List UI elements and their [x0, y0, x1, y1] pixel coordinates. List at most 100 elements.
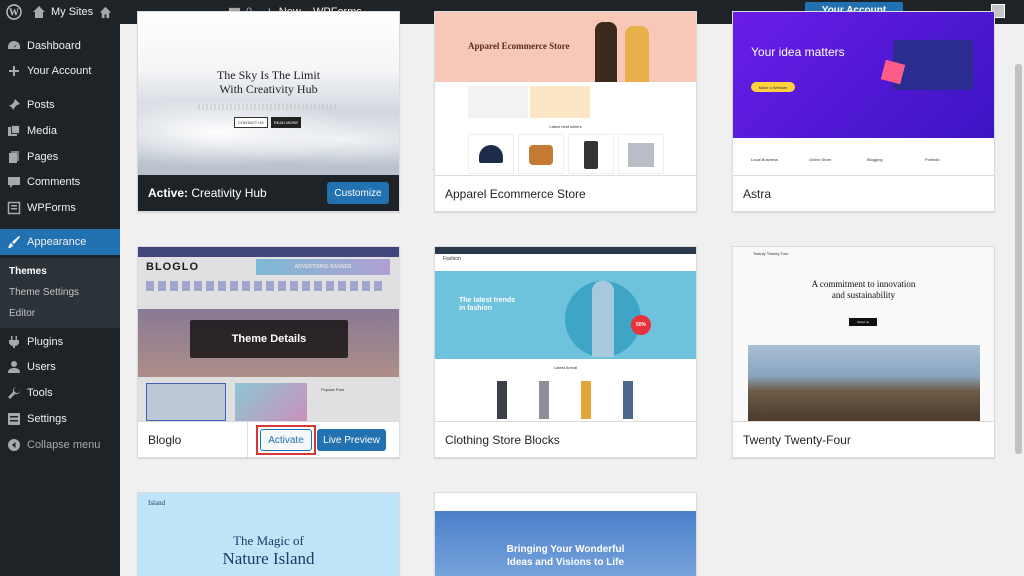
theme-footer: Bloglo Activate Live Preview	[138, 421, 399, 458]
menu-label: Settings	[27, 413, 67, 425]
theme-screenshot[interactable]: Twenty Twenty Four A commitment to innov…	[733, 247, 994, 422]
hero-title: Apparel Ecommerce Store	[468, 41, 570, 51]
activate-button[interactable]: Activate	[260, 429, 312, 451]
theme-footer: Apparel Ecommerce Store	[435, 175, 696, 211]
page-scrollbar[interactable]	[1013, 24, 1024, 576]
brush-icon	[8, 236, 20, 248]
menu-label: Appearance	[27, 236, 87, 248]
menu-comments[interactable]: Comments	[0, 169, 120, 195]
scrollbar-thumb[interactable]	[1015, 64, 1022, 454]
menu-dashboard[interactable]: Dashboard	[0, 33, 120, 59]
theme-screenshot[interactable]: BLOGLO ADVERTISING BANNER Popular Post T…	[138, 247, 399, 422]
cta-button: Make a Website	[751, 82, 795, 92]
theme-card-bloglo[interactable]: BLOGLO ADVERTISING BANNER Popular Post T…	[137, 246, 400, 458]
menu-label: Pages	[27, 151, 59, 163]
theme-name: Astra	[743, 187, 772, 201]
theme-screenshot[interactable]: Island The Magic of Nature Island	[138, 493, 399, 576]
house-icon	[99, 6, 112, 18]
menu-label: WPForms	[27, 202, 76, 214]
menu-label: Comments	[27, 176, 81, 188]
menu-label: Dashboard	[27, 40, 81, 52]
svg-text:W: W	[9, 8, 19, 19]
cloud-image	[138, 102, 399, 176]
theme-card-twenty-twenty-four[interactable]: Twenty Twenty Four A commitment to innov…	[732, 246, 995, 458]
my-sites-menu[interactable]: My Sites	[32, 0, 93, 24]
submenu-theme-settings[interactable]: Theme Settings	[9, 287, 79, 298]
theme-screenshot[interactable]: Bringing Your Wonderful Ideas and Vision…	[435, 493, 696, 576]
menu-users[interactable]: Users	[0, 354, 120, 380]
architecture-image	[748, 345, 980, 422]
submenu-editor[interactable]: Editor	[9, 308, 35, 319]
theme-card-island[interactable]: Island The Magic of Nature Island	[137, 492, 400, 576]
plug-icon	[9, 336, 19, 348]
settings-icon	[8, 413, 20, 425]
fashion-brand: Fashion	[443, 256, 461, 262]
pin-icon	[8, 99, 20, 111]
menu-plugins[interactable]: Plugins	[0, 329, 120, 355]
hero-title: Your idea matters	[751, 45, 845, 59]
menu-label: Tools	[27, 387, 53, 399]
forms-icon	[7, 201, 21, 215]
comments-icon	[8, 177, 20, 188]
menu-posts[interactable]: Posts	[0, 92, 120, 118]
theme-card-wonderful[interactable]: Bringing Your Wonderful Ideas and Vision…	[434, 492, 697, 576]
feature-portfolio: Portfolio	[925, 157, 940, 162]
about-button: About us	[849, 318, 877, 326]
plus-icon	[9, 66, 19, 76]
hero-line2: in fashion	[459, 305, 493, 312]
menu-wpforms[interactable]: WPForms	[0, 195, 120, 221]
hero-title-line1: The Sky Is The Limit	[216, 68, 321, 82]
model-image	[595, 22, 617, 82]
theme-card-clothing[interactable]: Fashion The latest trends in fashion 50%…	[434, 246, 697, 458]
wordpress-logo-icon[interactable]: W	[6, 0, 22, 24]
collapse-icon	[8, 439, 20, 451]
feature-local: Local Business	[751, 157, 778, 162]
theme-name: Creativity Hub	[191, 186, 267, 200]
menu-label: Collapse menu	[27, 439, 101, 451]
site-home-button[interactable]	[99, 0, 112, 24]
theme-name: Apparel Ecommerce Store	[445, 187, 586, 201]
dashboard-icon	[8, 41, 20, 49]
menu-label: Users	[27, 361, 56, 373]
theme-screenshot[interactable]: Fashion The latest trends in fashion 50%…	[435, 247, 696, 422]
menu-label: Your Account	[27, 65, 92, 77]
read-more-button: READ MORE	[271, 117, 301, 128]
feature-store: Online Store	[809, 157, 832, 162]
theme-name: Twenty Twenty-Four	[743, 433, 851, 447]
hero-title-line2: With Creativity Hub	[219, 82, 318, 96]
menu-media[interactable]: Media	[0, 118, 120, 144]
hat-image	[479, 145, 503, 163]
menu-settings[interactable]: Settings	[0, 406, 120, 432]
submenu-themes[interactable]: Themes	[9, 266, 47, 277]
tt4-brand: Twenty Twenty Four	[753, 251, 789, 256]
island-brand: Island	[148, 499, 166, 507]
theme-screenshot[interactable]: The Sky Is The Limit With Creativity Hub…	[138, 12, 399, 176]
menu-your-account[interactable]: Your Account	[0, 58, 120, 84]
feature-blog: Blogging	[867, 157, 883, 162]
customize-button[interactable]: Customize	[327, 182, 389, 204]
menu-tools[interactable]: Tools	[0, 380, 120, 406]
wrench-icon	[8, 387, 20, 399]
theme-screenshot[interactable]: Your idea matters Make a Website Local B…	[733, 12, 994, 176]
pages-icon	[9, 151, 19, 163]
menu-label: Media	[27, 125, 57, 137]
discount-badge: 50%	[631, 315, 651, 335]
menu-collapse[interactable]: Collapse menu	[0, 432, 120, 458]
theme-footer: Twenty Twenty-Four	[733, 421, 994, 457]
hero-line2: Ideas and Visions to Life	[506, 557, 625, 568]
theme-card-astra[interactable]: Your idea matters Make a Website Local B…	[732, 11, 995, 212]
section-title: Latest best sellers	[549, 124, 582, 129]
theme-details-overlay[interactable]: Theme Details	[190, 320, 348, 358]
menu-appearance[interactable]: Appearance	[0, 229, 120, 255]
hero-line1: Bringing Your Wonderful	[506, 544, 625, 555]
menu-label: Plugins	[27, 336, 64, 348]
theme-card-creativity-hub[interactable]: The Sky Is The Limit With Creativity Hub…	[137, 11, 400, 212]
theme-card-apparel[interactable]: Apparel Ecommerce Store Latest best sell…	[434, 11, 697, 212]
theme-screenshot[interactable]: Apparel Ecommerce Store Latest best sell…	[435, 12, 696, 176]
live-preview-button[interactable]: Live Preview	[317, 429, 386, 451]
admin-sidebar: Dashboard Your Account Posts Media Pages…	[0, 24, 120, 576]
theme-name: Bloglo	[148, 433, 182, 447]
menu-pages[interactable]: Pages	[0, 144, 120, 170]
shirt-image	[628, 143, 654, 167]
media-icon	[8, 125, 20, 136]
